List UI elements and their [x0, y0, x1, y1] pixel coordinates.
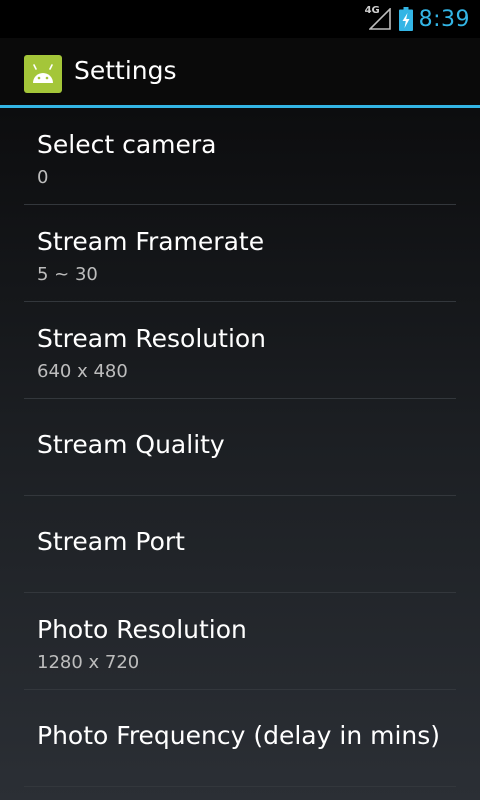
preference-title: Stream Resolution [37, 324, 267, 353]
page-title: Settings [74, 56, 177, 85]
status-icons: 4G 8:39 [365, 0, 470, 38]
clock: 8:39 [418, 6, 470, 32]
preference-stream-port[interactable]: Stream Port [24, 496, 456, 593]
preference-select-camera[interactable]: Select camera 0 [24, 108, 456, 205]
status-bar: 4G 8:39 [0, 0, 480, 38]
preference-title: Stream Port [37, 527, 185, 556]
preference-title: Stream Quality [37, 430, 225, 459]
action-bar: Settings [0, 38, 480, 106]
preference-title: Photo Frequency (delay in mins) [37, 721, 441, 750]
android-robot-icon [33, 64, 53, 83]
android-icon[interactable] [24, 55, 62, 93]
signal-strength-icon [368, 8, 391, 30]
preference-summary: 5 ~ 30 [37, 264, 98, 285]
preference-title: Photo Resolution [37, 615, 247, 644]
preference-title: Stream Framerate [37, 227, 265, 256]
preference-list: Select camera 0 Stream Framerate 5 ~ 30 … [24, 108, 456, 787]
preference-stream-quality[interactable]: Stream Quality [24, 399, 456, 496]
battery-charging-icon [398, 7, 413, 31]
preference-photo-frequency[interactable]: Photo Frequency (delay in mins) [24, 690, 456, 787]
preference-summary: 1280 x 720 [37, 652, 140, 673]
preference-stream-framerate[interactable]: Stream Framerate 5 ~ 30 [24, 205, 456, 302]
preference-photo-resolution[interactable]: Photo Resolution 1280 x 720 [24, 593, 456, 690]
preference-summary: 0 [37, 167, 49, 188]
preference-summary: 640 x 480 [37, 361, 128, 382]
settings-screen: 4G 8:39 Settings Select camera 0 Stream … [0, 0, 480, 800]
signal-icon: 4G [365, 5, 393, 32]
preference-title: Select camera [37, 130, 217, 159]
preference-stream-resolution[interactable]: Stream Resolution 640 x 480 [24, 302, 456, 399]
